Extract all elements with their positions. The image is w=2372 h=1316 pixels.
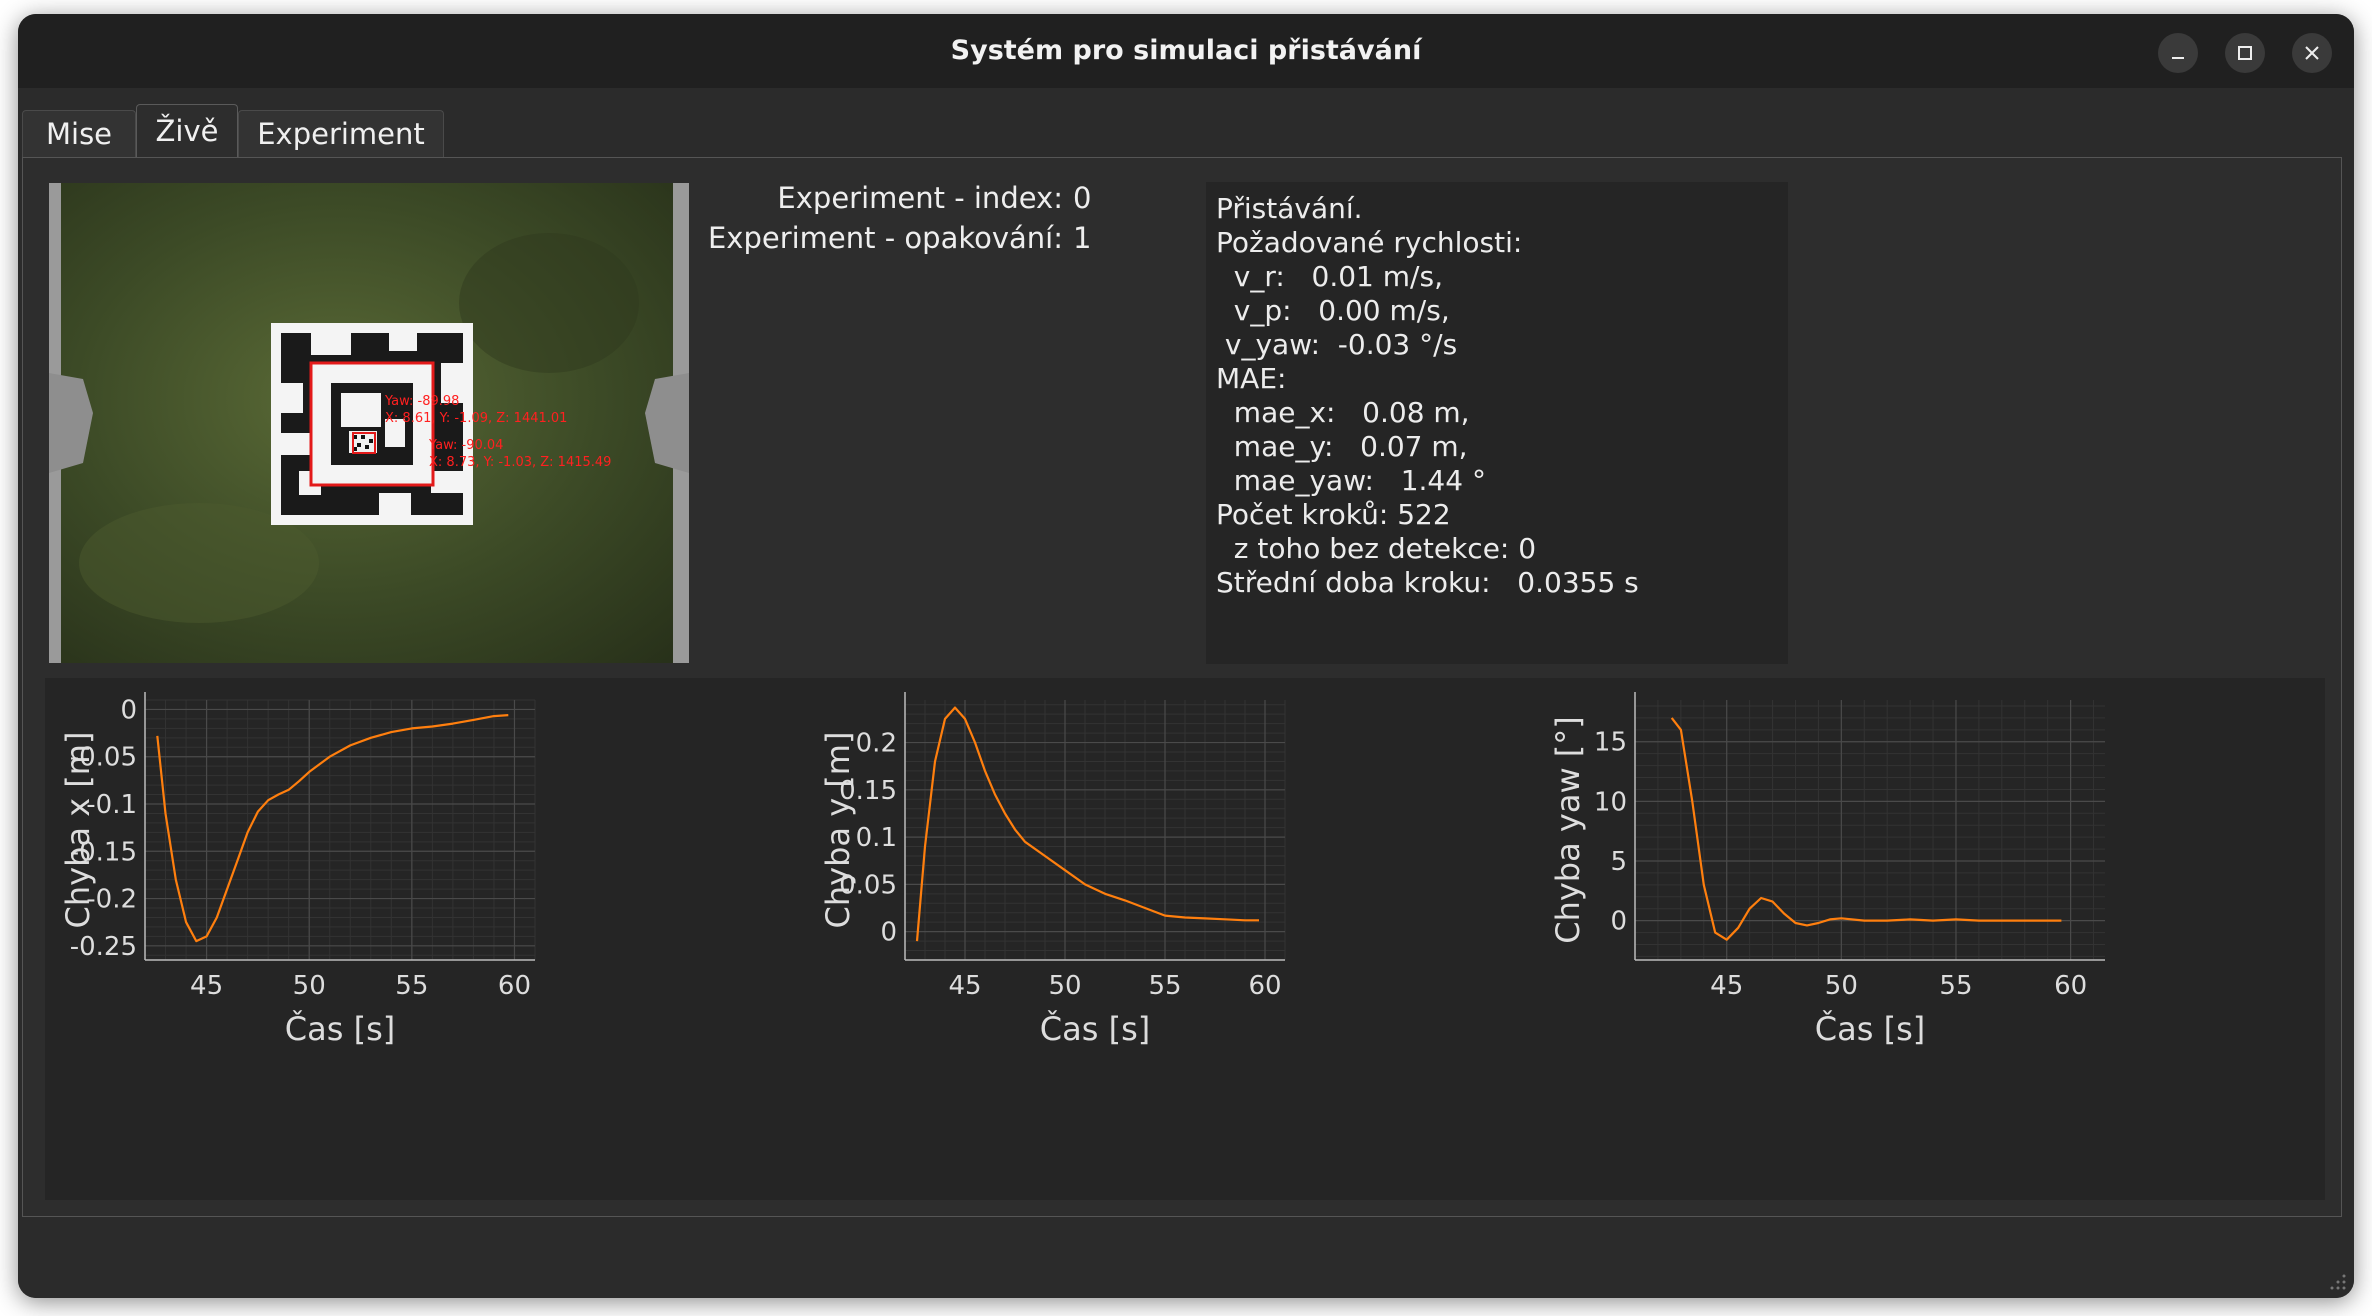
plot-error-y[interactable]: 45 50 55 60 0 0.05 0.1 0.15 0.2 Čas [s] Chyba y [m… xyxy=(805,678,1535,1200)
x-tick-label: 45 xyxy=(1710,971,1743,1001)
app-window: Systém pro simulaci přistávání Mise Živě… xyxy=(18,14,2354,1298)
status-line: v_p: 0.00 m/s, xyxy=(1216,294,1450,327)
x-tick-label: 55 xyxy=(1939,971,1972,1001)
y-tick-label: 0.1 xyxy=(856,823,897,853)
y-tick-label: 0.2 xyxy=(856,729,897,759)
experiment-info: Experiment - index: 0 Experiment - opako… xyxy=(703,178,1103,258)
plots-area: 45 50 55 60 0 -0.05 -0.1 -0.15 -0.2 -0.25 Čas [s] C… xyxy=(45,678,2325,1200)
status-line: Počet kroků: 522 xyxy=(1216,498,1451,531)
y-tick-label: 5 xyxy=(1610,847,1627,877)
series-line xyxy=(156,714,509,943)
x-tick-label: 50 xyxy=(1825,971,1858,1001)
resize-grip-icon[interactable] xyxy=(2326,1270,2348,1292)
x-axis-label: Čas [s] xyxy=(1815,1009,1925,1048)
x-tick-label: 45 xyxy=(948,971,981,1001)
minimize-icon xyxy=(2172,57,2184,59)
plot-error-yaw[interactable]: 45 50 55 60 0 5 10 15 Čas [s] Chyba yaw [°] xyxy=(1535,678,2325,1200)
status-line: z toho bez detekce: 0 xyxy=(1216,532,1537,565)
y-axis-label: Chyba yaw [°] xyxy=(1549,716,1587,944)
y-tick-label: 10 xyxy=(1594,787,1627,817)
camera-view: Yaw: -89.98 X: 8.61, Y: -1.09, Z: 1441.0… xyxy=(49,183,689,663)
live-panel: Yaw: -89.98 X: 8.61, Y: -1.09, Z: 1441.0… xyxy=(22,157,2342,1217)
y-tick-label: 0 xyxy=(120,695,137,725)
x-tick-label: 50 xyxy=(293,971,326,1001)
status-line: MAE: xyxy=(1216,362,1287,395)
plot-error-x[interactable]: 45 50 55 60 0 -0.05 -0.1 -0.15 -0.2 -0.25 Čas [s] C… xyxy=(45,678,805,1200)
status-line: Střední doba kroku: 0.0355 s xyxy=(1216,566,1639,599)
tab-mise[interactable]: Mise xyxy=(22,110,136,158)
status-text-box: Přistávání. Požadované rychlosti: v_r: 0… xyxy=(1206,182,1788,664)
tab-bar: Mise Živě Experiment xyxy=(18,88,2354,158)
x-axis-label: Čas [s] xyxy=(285,1009,395,1048)
x-tick-label: 55 xyxy=(1148,971,1181,1001)
status-line: mae_yaw: 1.44 ° xyxy=(1216,464,1486,497)
chart-svg: 45 50 55 60 0 5 10 15 Čas [s] Chyba yaw [°] xyxy=(1549,692,2105,1048)
y-axis-label: Chyba x [m] xyxy=(59,732,97,929)
close-button[interactable] xyxy=(2292,33,2332,73)
overlay-line: Yaw: -89.98 xyxy=(384,394,459,409)
overlay-line: X: 8.73, Y: -1.03, Z: 1415.49 xyxy=(429,455,611,470)
experiment-repeat-value: 1 xyxy=(1073,221,1092,255)
status-line: v_yaw: -0.03 °/s xyxy=(1216,328,1458,361)
chart-svg: 45 50 55 600-0.05-0.1-0.15-0.2-0.25Čas [s]C… xyxy=(59,692,536,1048)
window-title: Systém pro simulaci přistávání xyxy=(950,35,1422,66)
title-bar[interactable]: Systém pro simulaci přistávání xyxy=(18,14,2354,88)
status-line: Požadované rychlosti: xyxy=(1216,226,1523,259)
experiment-index-value: 0 xyxy=(1073,181,1092,215)
maximize-icon xyxy=(2238,46,2252,60)
close-icon xyxy=(2305,46,2319,60)
y-tick-label: 0 xyxy=(1610,907,1627,937)
minimize-button[interactable] xyxy=(2158,33,2198,73)
overlay-line: Yaw: -90.04 xyxy=(428,438,503,453)
series-line xyxy=(1670,717,2062,941)
x-tick-label: 60 xyxy=(1248,971,1281,1001)
status-line: mae_x: 0.08 m, xyxy=(1216,396,1470,429)
status-bar xyxy=(18,1224,2354,1298)
status-line: Přistávání. xyxy=(1216,192,1363,225)
experiment-repeat-label: Experiment - opakování: xyxy=(707,221,1063,255)
maximize-button[interactable] xyxy=(2225,33,2265,73)
x-tick-label: 55 xyxy=(395,971,428,1001)
status-line: v_r: 0.01 m/s, xyxy=(1216,260,1443,293)
experiment-index-label: Experiment - index: xyxy=(777,181,1063,215)
x-tick-label: 60 xyxy=(2054,971,2087,1001)
y-tick-label: -0.25 xyxy=(70,932,137,962)
overlay-line: X: 8.61, Y: -1.09, Z: 1441.01 xyxy=(385,411,567,426)
x-axis-label: Čas [s] xyxy=(1040,1009,1150,1048)
x-tick-label: 45 xyxy=(190,971,223,1001)
x-tick-label: 60 xyxy=(498,971,531,1001)
y-tick-label: 15 xyxy=(1594,728,1627,758)
y-tick-label: 0 xyxy=(880,918,897,948)
y-axis-label: Chyba y [m] xyxy=(819,732,857,929)
x-tick-label: 50 xyxy=(1048,971,1081,1001)
tab-experiment[interactable]: Experiment xyxy=(238,110,444,158)
tab-zive[interactable]: Živě xyxy=(136,104,238,158)
chart-svg: 45 50 55 6000.050.10.150.2Čas [s]Chyba y [m… xyxy=(819,692,1286,1048)
status-line: mae_y: 0.07 m, xyxy=(1216,430,1468,463)
